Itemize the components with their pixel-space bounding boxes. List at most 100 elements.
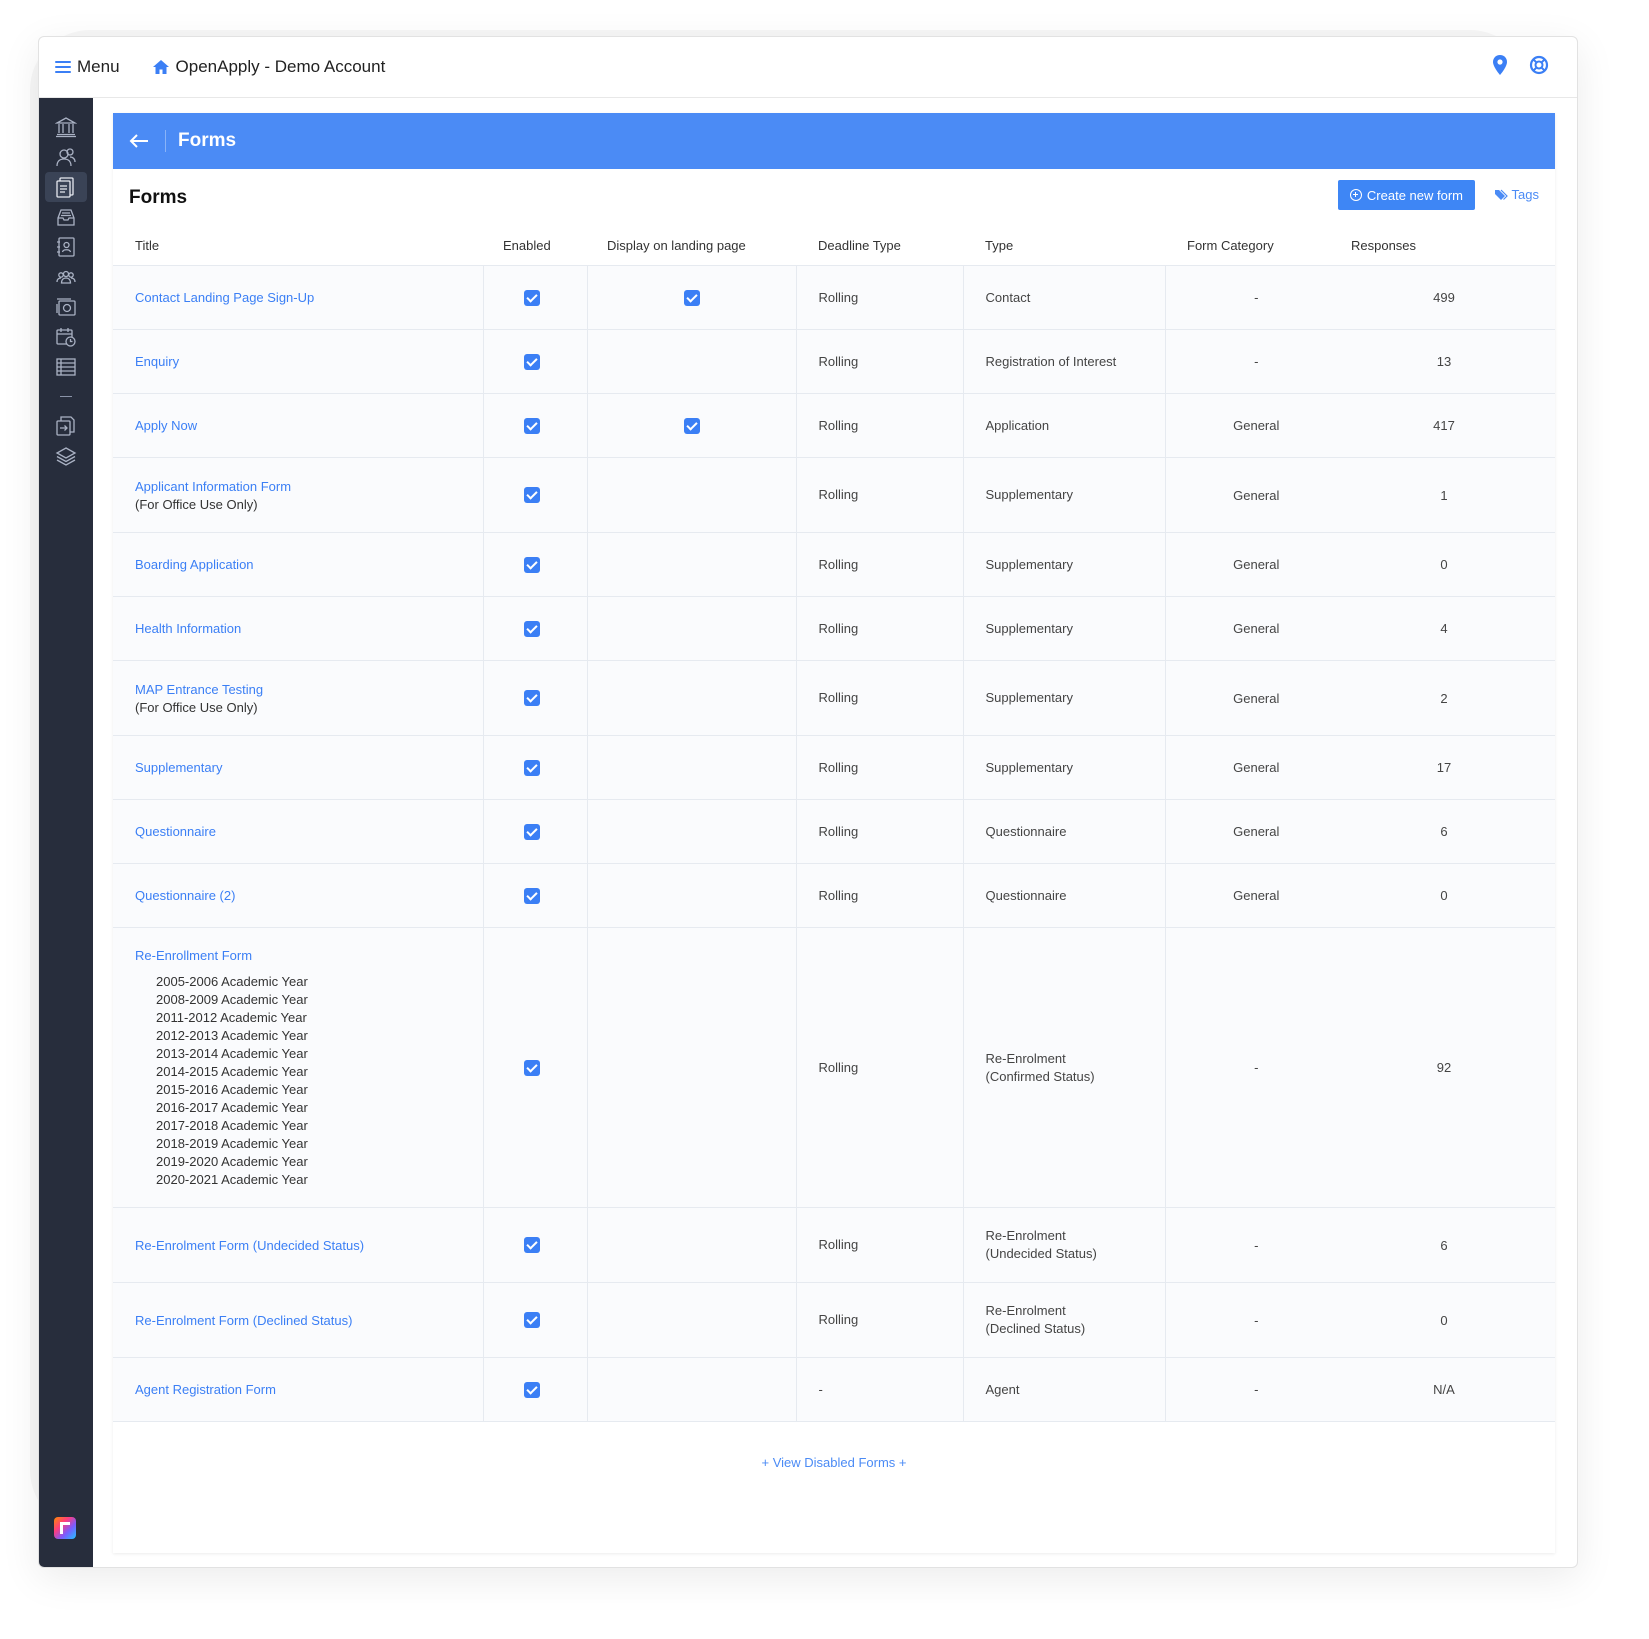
response-count: 0 bbox=[1440, 557, 1448, 572]
checkbox-checked[interactable] bbox=[524, 823, 540, 840]
form-title-link[interactable]: Apply Now bbox=[135, 418, 483, 433]
cell-deadline: Rolling bbox=[795, 863, 963, 928]
camera-icon[interactable] bbox=[45, 292, 87, 322]
cell-landing bbox=[586, 1357, 796, 1421]
location-pin-icon[interactable] bbox=[1493, 55, 1507, 75]
checkbox-checked[interactable] bbox=[524, 556, 540, 573]
form-title-link[interactable]: Health Information bbox=[135, 621, 483, 636]
cell-landing bbox=[586, 863, 796, 928]
checkbox-checked[interactable] bbox=[524, 487, 540, 504]
form-title-link[interactable]: Applicant Information Form bbox=[135, 479, 483, 494]
response-count: 4 bbox=[1440, 621, 1448, 636]
col-header-responses[interactable]: Responses bbox=[1329, 225, 1555, 266]
back-arrow-icon[interactable] bbox=[129, 133, 151, 149]
form-title-link[interactable]: MAP Entrance Testing bbox=[135, 682, 483, 697]
form-title-link[interactable]: Enquiry bbox=[135, 354, 483, 369]
col-header-enabled[interactable]: Enabled bbox=[483, 225, 587, 266]
form-title-link[interactable]: Re-Enrolment Form (Undecided Status) bbox=[135, 1238, 483, 1253]
main-content: Forms Forms Create new form Tags Title E… bbox=[113, 113, 1555, 1553]
cell-title: Applicant Information Form (For Office Us… bbox=[113, 457, 483, 533]
cell-category: General bbox=[1164, 799, 1329, 864]
form-title-link[interactable]: Boarding Application bbox=[135, 557, 483, 572]
contacts-icon[interactable] bbox=[45, 142, 87, 172]
response-count: 499 bbox=[1433, 290, 1455, 305]
checkbox-checked[interactable] bbox=[524, 289, 540, 306]
card-header: Forms Create new form Tags bbox=[113, 169, 1555, 225]
tags-link[interactable]: Tags bbox=[1494, 187, 1539, 202]
contact-book-icon[interactable] bbox=[45, 232, 87, 262]
institution-icon[interactable] bbox=[45, 112, 87, 142]
checkbox-checked[interactable] bbox=[524, 690, 540, 707]
menu-button[interactable]: Menu bbox=[55, 57, 120, 77]
form-category: - bbox=[1254, 1237, 1259, 1253]
forms-icon[interactable] bbox=[45, 172, 87, 202]
col-header-display-on-landing[interactable]: Display on landing page bbox=[587, 225, 796, 266]
form-category: - bbox=[1254, 290, 1259, 305]
col-header-form-category[interactable]: Form Category bbox=[1165, 225, 1329, 266]
col-header-deadline-type[interactable]: Deadline Type bbox=[796, 225, 963, 266]
list-icon[interactable] bbox=[45, 352, 87, 382]
table-row: Enquiry Rolling Registration of Interest - 1… bbox=[113, 329, 1555, 394]
form-title-link[interactable]: Agent Registration Form bbox=[135, 1382, 483, 1397]
checkbox-checked[interactable] bbox=[524, 620, 540, 637]
col-header-type[interactable]: Type bbox=[963, 225, 1165, 266]
hamburger-icon bbox=[55, 61, 71, 73]
cell-landing bbox=[586, 735, 796, 800]
view-disabled-forms-link[interactable]: + View Disabled Forms + bbox=[762, 1455, 907, 1470]
form-type: Supplementary bbox=[985, 620, 1073, 636]
cell-enabled bbox=[482, 329, 587, 394]
cell-enabled bbox=[482, 863, 587, 928]
academic-year-item: 2011-2012 Academic Year bbox=[156, 1010, 307, 1025]
cell-title: Re-Enrolment Form (Declined Status) bbox=[113, 1282, 483, 1358]
form-title-link[interactable]: Questionnaire bbox=[135, 824, 483, 839]
table-row: Re-Enrolment Form (Declined Status) Rolli… bbox=[113, 1282, 1555, 1358]
form-title-link[interactable]: Re-Enrollment Form bbox=[135, 948, 483, 963]
form-title-link[interactable]: Contact Landing Page Sign-Up bbox=[135, 290, 483, 305]
layers-icon[interactable] bbox=[45, 441, 87, 471]
cell-landing bbox=[586, 457, 796, 533]
help-lifebuoy-icon[interactable] bbox=[1529, 55, 1549, 75]
form-category: General bbox=[1233, 824, 1280, 839]
checkbox-checked[interactable] bbox=[524, 1237, 540, 1254]
checkbox-checked[interactable] bbox=[524, 759, 540, 776]
cell-responses: 17 bbox=[1329, 735, 1555, 800]
form-type: Agent bbox=[985, 1381, 1020, 1397]
cell-responses: 0 bbox=[1329, 532, 1555, 597]
checkbox-checked[interactable] bbox=[524, 353, 540, 370]
top-bar: Menu OpenApply - Demo Account bbox=[39, 37, 1577, 98]
cell-type: Supplementary bbox=[962, 596, 1165, 661]
checkbox-checked[interactable] bbox=[524, 887, 540, 904]
checkbox-checked[interactable] bbox=[524, 1381, 540, 1398]
form-title-link[interactable]: Re-Enrolment Form (Declined Status) bbox=[135, 1313, 483, 1328]
form-type-status: (Undecided Status) bbox=[985, 1246, 1097, 1261]
checkbox-checked[interactable] bbox=[683, 417, 700, 434]
cell-title: Re-Enrolment Form (Undecided Status) bbox=[113, 1207, 483, 1283]
col-header-title[interactable]: Title bbox=[113, 225, 483, 266]
form-title-link[interactable]: Questionnaire (2) bbox=[135, 888, 483, 903]
academic-year-item: 2020-2021 Academic Year bbox=[156, 1172, 308, 1187]
checkbox-checked[interactable] bbox=[524, 417, 540, 434]
checkbox-checked[interactable] bbox=[524, 1312, 540, 1329]
checkbox-checked[interactable] bbox=[683, 289, 700, 306]
export-icon[interactable] bbox=[45, 411, 87, 441]
form-type: Registration of Interest bbox=[985, 353, 1117, 369]
cell-category: General bbox=[1164, 393, 1329, 458]
table-row: Contact Landing Page Sign-Up Rolling Conta… bbox=[113, 265, 1555, 330]
create-new-form-button[interactable]: Create new form bbox=[1337, 180, 1475, 210]
app-logo bbox=[54, 1517, 76, 1539]
calendar-icon[interactable] bbox=[45, 322, 87, 352]
home-icon bbox=[152, 60, 169, 74]
form-type: Questionnaire bbox=[985, 887, 1067, 903]
cell-responses: 0 bbox=[1329, 863, 1555, 928]
table-row: Apply Now Rolling Application General 417 bbox=[113, 393, 1555, 458]
cell-title: Enquiry bbox=[113, 329, 483, 394]
checkbox-checked[interactable] bbox=[524, 1059, 540, 1076]
form-type: Application bbox=[985, 417, 1050, 433]
academic-year-item: 2008-2009 Academic Year bbox=[156, 992, 308, 1007]
cell-enabled bbox=[482, 596, 587, 661]
account-home-link[interactable]: OpenApply - Demo Account bbox=[152, 57, 385, 77]
inbox-icon[interactable] bbox=[45, 202, 87, 232]
form-title-link[interactable]: Supplementary bbox=[135, 760, 483, 775]
form-type-status: (Declined Status) bbox=[985, 1321, 1086, 1336]
groups-icon[interactable] bbox=[45, 262, 87, 292]
